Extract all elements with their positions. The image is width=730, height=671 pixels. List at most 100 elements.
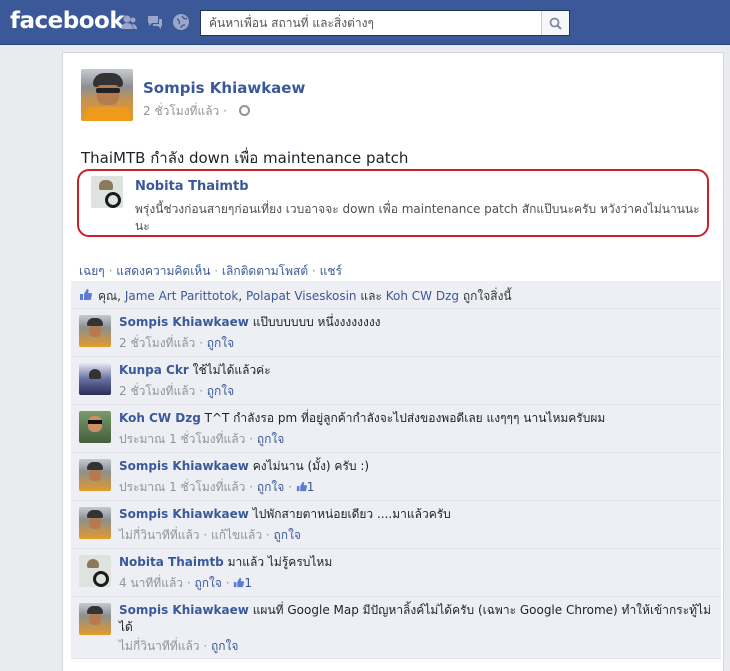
thumbs-up-icon bbox=[233, 577, 245, 588]
comment-body: Sompis Khiawkaew ไปพักสายตาหน่อยเดียว ..… bbox=[119, 506, 714, 523]
shared-post-text: พรุ่งนี้ช่วงก่อนสายๆก่อนเที่ยง เวบอาจจะ … bbox=[135, 202, 700, 233]
shared-author-avatar[interactable] bbox=[91, 176, 123, 208]
comment-time[interactable]: ไม่กี่วินาทีที่แล้ว bbox=[119, 528, 200, 542]
post-time-separator: · bbox=[223, 104, 227, 118]
commenter-avatar[interactable] bbox=[79, 555, 111, 587]
post-status-text: ThaiMTB กำลัง down เพื่อ maintenance pat… bbox=[81, 149, 409, 167]
likes-comma: , bbox=[238, 289, 243, 303]
commenter-avatar[interactable] bbox=[79, 411, 111, 443]
post-actions: เฉยๆ · แสดงความคิดเห็น · เลิกติดตามโพสต์… bbox=[79, 262, 342, 281]
comment-meta: 2 ชั่วโมงที่แล้ว · ถูกใจ bbox=[119, 336, 235, 350]
comment-meta: ไม่กี่วินาทีที่แล้ว · แก้ไขแล้ว · ถูกใจ bbox=[119, 528, 301, 542]
comment-time[interactable]: ไม่กี่วินาทีที่แล้ว bbox=[119, 639, 200, 653]
shared-post-highlight: Nobita Thaimtb พรุ่งนี้ช่วงก่อนสายๆก่อนเ… bbox=[77, 169, 709, 237]
commenter-name[interactable]: Sompis Khiawkaew bbox=[119, 459, 249, 473]
search-icon bbox=[549, 17, 562, 30]
search-button[interactable] bbox=[541, 11, 569, 35]
edited-label[interactable]: แก้ไขแล้ว bbox=[211, 528, 262, 542]
comment-like-count[interactable]: 1 bbox=[296, 480, 315, 494]
comment-text: ใช้ไม่ได้แล้วค่ะ bbox=[192, 363, 271, 377]
like-comment-link[interactable]: ถูกใจ bbox=[257, 432, 284, 446]
like-comment-link[interactable]: ถูกใจ bbox=[211, 639, 238, 653]
messages-icon[interactable] bbox=[146, 13, 164, 31]
globe-icon[interactable] bbox=[238, 105, 250, 116]
post-timestamp: 2 ชั่วโมงที่แล้ว · bbox=[143, 102, 343, 121]
comment-body: Kunpa Ckr ใช้ไม่ได้แล้วค่ะ bbox=[119, 362, 714, 379]
post-time-text[interactable]: 2 ชั่วโมงที่แล้ว bbox=[143, 104, 219, 118]
friend-requests-icon[interactable] bbox=[120, 13, 138, 31]
commenter-name[interactable]: Sompis Khiawkaew bbox=[119, 603, 249, 617]
thumbs-up-icon bbox=[296, 481, 307, 492]
author-avatar[interactable] bbox=[81, 69, 133, 121]
meh-link[interactable]: เฉยๆ bbox=[79, 264, 105, 278]
commenter-name[interactable]: Kunpa Ckr bbox=[119, 363, 189, 377]
search-input[interactable] bbox=[201, 11, 541, 35]
comment-time[interactable]: ประมาณ 1 ชั่วโมงที่แล้ว bbox=[119, 480, 245, 494]
liker-link[interactable]: Koh CW Dzg bbox=[386, 289, 459, 303]
comment-row: Sompis Khiawkaew คงไม่นาน (มั้ง) ครับ :)… bbox=[71, 453, 721, 501]
unfollow-post-link[interactable]: เลิกติดตามโพสต์ bbox=[222, 264, 308, 278]
comment-row: Kunpa Ckr ใช้ไม่ได้แล้วค่ะ 2 ชั่วโมงที่แ… bbox=[71, 357, 721, 405]
comment-meta: ประมาณ 1 ชั่วโมงที่แล้ว · ถูกใจ bbox=[119, 432, 285, 446]
facebook-logo[interactable]: facebook bbox=[10, 8, 125, 34]
commenter-avatar[interactable] bbox=[79, 315, 111, 347]
actions-separator: · bbox=[108, 264, 113, 278]
comment-text: มาแล้ว ไม่รู้ครบไหม bbox=[227, 555, 333, 569]
likes-prefix: คุณ, bbox=[98, 289, 121, 303]
comment-like-count[interactable]: 1 bbox=[233, 576, 252, 590]
like-count-number: 1 bbox=[244, 576, 253, 590]
comment-link[interactable]: แสดงความคิดเห็น bbox=[116, 264, 210, 278]
commenter-avatar[interactable] bbox=[79, 507, 111, 539]
comment-row: Koh CW Dzg T^T กำลังรอ pm ที่อยู่ลูกค้าก… bbox=[71, 405, 721, 453]
comment-time[interactable]: 2 ชั่วโมงที่แล้ว bbox=[119, 336, 195, 350]
thumbs-up-icon bbox=[79, 288, 92, 301]
comment-meta: 4 นาทีที่แล้ว · ถูกใจ · 1 bbox=[119, 576, 253, 590]
comment-time[interactable]: 2 ชั่วโมงที่แล้ว bbox=[119, 384, 195, 398]
comment-meta: ไม่กี่วินาทีที่แล้ว · ถูกใจ bbox=[119, 639, 239, 653]
like-comment-link[interactable]: ถูกใจ bbox=[195, 576, 222, 590]
notifications-icon[interactable] bbox=[172, 13, 190, 31]
comment-time[interactable]: ประมาณ 1 ชั่วโมงที่แล้ว bbox=[119, 432, 245, 446]
commenter-name[interactable]: Nobita Thaimtb bbox=[119, 555, 224, 569]
like-comment-link[interactable]: ถูกใจ bbox=[257, 480, 284, 494]
comment-row: Sompis Khiawkaew แผนที่ Google Map มีปัญ… bbox=[71, 597, 721, 659]
like-comment-link[interactable]: ถูกใจ bbox=[207, 336, 234, 350]
commenter-name[interactable]: Sompis Khiawkaew bbox=[119, 507, 249, 521]
top-bar: facebook bbox=[0, 0, 730, 45]
actions-separator: · bbox=[311, 264, 316, 278]
comment-text: T^T กำลังรอ pm ที่อยู่ลูกค้ากำลังจะไปส่ง… bbox=[204, 411, 606, 425]
likes-row: คุณ, Jame Art Parittotok, Polapat Visesk… bbox=[71, 281, 721, 309]
shared-author-name[interactable]: Nobita Thaimtb bbox=[135, 179, 249, 194]
likes-and: และ bbox=[360, 289, 382, 303]
commenter-name[interactable]: Sompis Khiawkaew bbox=[119, 315, 249, 329]
comment-row: Sompis Khiawkaew แป๊บบบบบบ หนึ่งงงงงงงง … bbox=[71, 309, 721, 357]
liker-link[interactable]: Polapat Viseskosin bbox=[246, 289, 357, 303]
like-comment-link[interactable]: ถูกใจ bbox=[274, 528, 301, 542]
likes-text: คุณ, Jame Art Parittotok, Polapat Visesk… bbox=[98, 287, 512, 306]
comment-time[interactable]: 4 นาทีที่แล้ว bbox=[119, 576, 183, 590]
comment-text: คงไม่นาน (มั้ง) ครับ :) bbox=[252, 459, 370, 473]
comment-body: Nobita Thaimtb มาแล้ว ไม่รู้ครบไหม bbox=[119, 554, 714, 571]
comment-body: Sompis Khiawkaew คงไม่นาน (มั้ง) ครับ :) bbox=[119, 458, 714, 475]
like-count-number: 1 bbox=[306, 480, 315, 494]
share-link[interactable]: แชร์ bbox=[320, 264, 342, 278]
comment-text: แป๊บบบบบบ หนึ่งงงงงงงง bbox=[252, 315, 381, 329]
liker-link[interactable]: Jame Art Parittotok bbox=[125, 289, 239, 303]
comment-body: Koh CW Dzg T^T กำลังรอ pm ที่อยู่ลูกค้าก… bbox=[119, 410, 714, 427]
commenter-avatar[interactable] bbox=[79, 363, 111, 395]
like-comment-link[interactable]: ถูกใจ bbox=[207, 384, 234, 398]
comment-body: Sompis Khiawkaew แป๊บบบบบบ หนึ่งงงงงงงง bbox=[119, 314, 714, 331]
comment-meta: ประมาณ 1 ชั่วโมงที่แล้ว · ถูกใจ · 1 bbox=[119, 480, 315, 494]
actions-separator: · bbox=[214, 264, 219, 278]
post-author-name[interactable]: Sompis Khiawkaew bbox=[143, 79, 443, 97]
comment-row: Nobita Thaimtb มาแล้ว ไม่รู้ครบไหม 4 นาท… bbox=[71, 549, 721, 597]
post-card: Sompis Khiawkaew 2 ชั่วโมงที่แล้ว · Thai… bbox=[62, 52, 724, 671]
comment-body: Sompis Khiawkaew แผนที่ Google Map มีปัญ… bbox=[119, 602, 714, 636]
feedback-section: คุณ, Jame Art Parittotok, Polapat Visesk… bbox=[71, 281, 721, 659]
commenter-avatar[interactable] bbox=[79, 603, 111, 635]
commenter-name[interactable]: Koh CW Dzg bbox=[119, 411, 201, 425]
comment-meta: 2 ชั่วโมงที่แล้ว · ถูกใจ bbox=[119, 384, 235, 398]
comment-row: Sompis Khiawkaew ไปพักสายตาหน่อยเดียว ..… bbox=[71, 501, 721, 549]
search-box[interactable] bbox=[200, 10, 570, 36]
commenter-avatar[interactable] bbox=[79, 459, 111, 491]
